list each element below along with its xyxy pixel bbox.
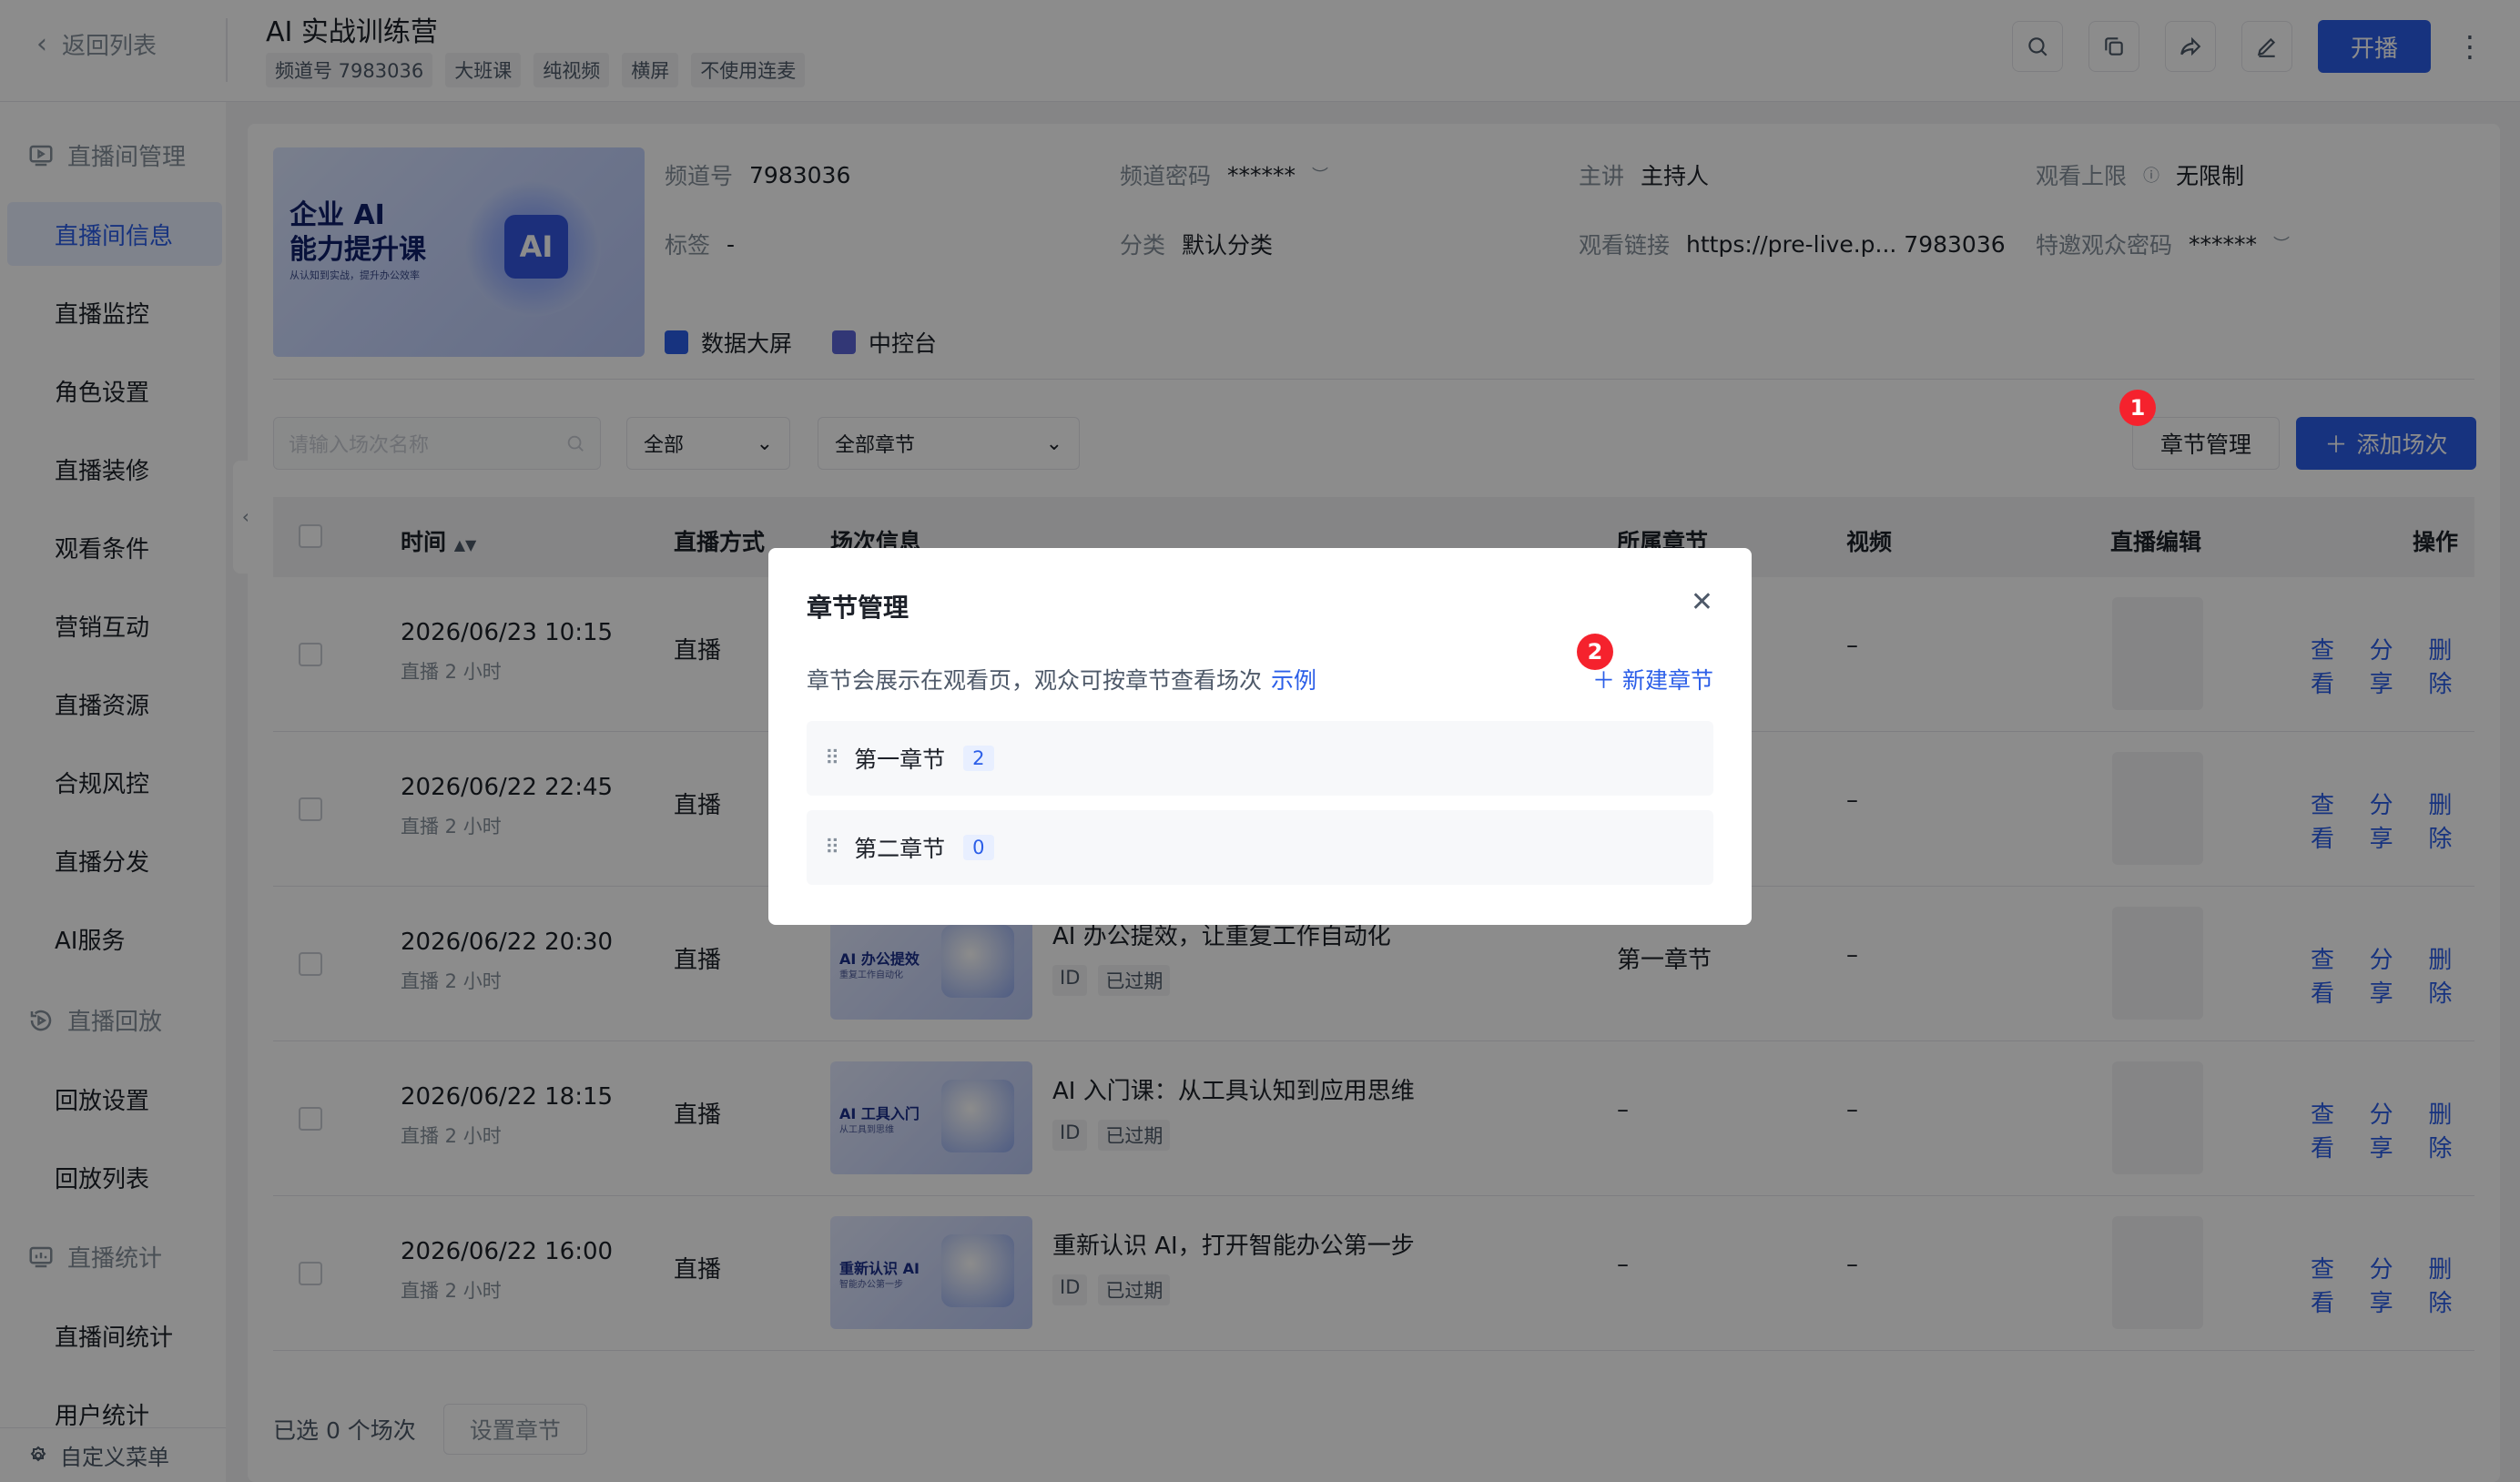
close-icon[interactable]: ✕ — [1691, 586, 1713, 618]
chapter-item[interactable]: ⠿ 第二章节 0 — [807, 810, 1713, 885]
step-badge-1: 1 — [2119, 390, 2156, 426]
chapter-count: 2 — [963, 746, 994, 771]
chapter-count: 0 — [963, 835, 994, 860]
dialog-desc-text: 章节会展示在观看页，观众可按章节查看场次 — [807, 667, 1263, 694]
chapter-name: 第二章节 — [854, 836, 946, 862]
dialog-description: 章节会展示在观看页，观众可按章节查看场次 示例 — [807, 663, 1316, 695]
chapter-manage-dialog: 章节管理 ✕ 章节会展示在观看页，观众可按章节查看场次 示例 ＋ 新建章节 ⠿ … — [768, 548, 1752, 925]
drag-handle-icon[interactable]: ⠿ — [825, 837, 839, 859]
new-chapter-button[interactable]: ＋ 新建章节 — [1592, 663, 1713, 695]
example-link[interactable]: 示例 — [1271, 663, 1316, 695]
drag-handle-icon[interactable]: ⠿ — [825, 747, 839, 770]
chapter-name: 第一章节 — [854, 746, 946, 773]
dialog-title: 章节管理 — [807, 593, 909, 623]
new-chapter-label: 新建章节 — [1621, 667, 1713, 694]
step-badge-2: 2 — [1577, 634, 1613, 670]
chapter-item[interactable]: ⠿ 第一章节 2 — [807, 721, 1713, 796]
